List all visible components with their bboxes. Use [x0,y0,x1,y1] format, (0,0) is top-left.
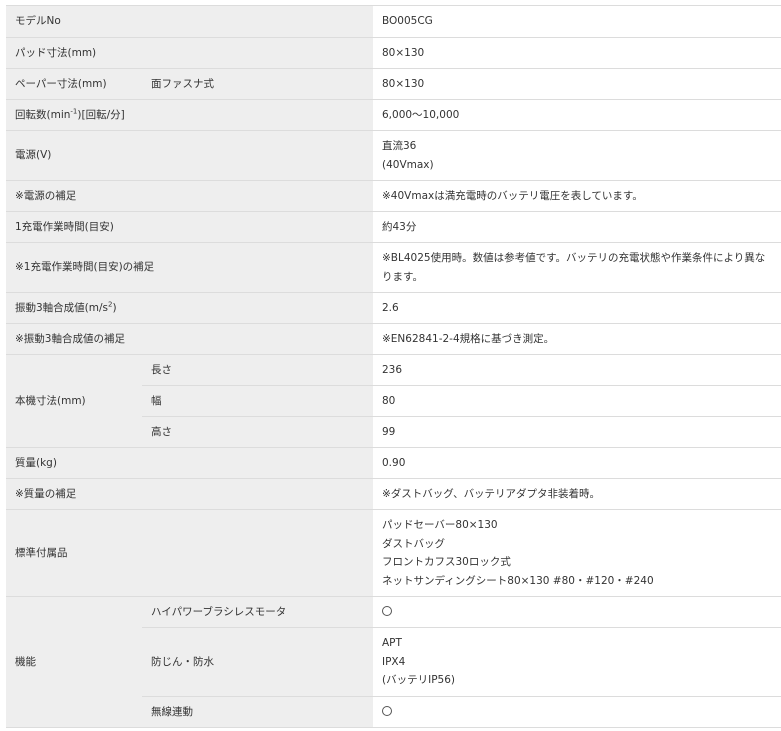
table-row: 標準付属品 パッドセーバー80×130 ダストバッグフロントカフス30ロック式ネッ… [6,509,781,597]
table-row: 電源(V) 直流36 (40Vmax) [6,130,781,181]
row-label-dimensions: 本機寸法(mm) [6,354,142,448]
label-part: )[回転/分] [77,108,125,121]
label-part: ) [112,301,117,314]
value-line: パッドセーバー80×130 [382,519,498,531]
label-part: 回転数(min [15,108,71,121]
row-label-power: 電源(V) [6,130,373,181]
value-line: (バッテリIP56) [382,674,455,687]
circle-mark-icon [382,705,392,716]
row-label-power-note: ※電源の補足 [6,180,373,212]
circle-mark-icon [382,605,392,616]
row-value-accessories: パッドセーバー80×130 ダストバッグフロントカフス30ロック式ネットサンディン… [373,509,781,597]
row-value-vibration: 2.6 [373,292,781,324]
row-value-height: 99 [373,416,781,448]
row-sublabel-width: 幅 [142,385,373,417]
row-label-model: モデルNo [6,5,373,38]
row-label-features: 機能 [6,596,142,728]
table-row: ※質量の補足 ※ダストバッグ、バッテリアダプタ非装着時。 [6,478,781,510]
row-sublabel-height: 高さ [142,416,373,448]
row-value-dustproof: APT IPX4 (バッテリIP56) [373,627,781,697]
row-value-mass-note: ※ダストバッグ、バッテリアダプタ非装着時。 [373,478,781,510]
value-line: ダストバッグ [382,537,445,550]
row-sublabel-paper: 面ファスナ式 [142,68,373,100]
row-value-vibration-note: ※EN62841-2-4規格に基づき測定。 [373,323,781,355]
table-row: ※電源の補足 ※40Vmaxは満充電時のバッテリ電圧を表しています。 [6,180,781,212]
table-row: ※1充電作業時間(目安)の補足 ※BL4025使用時。数値は参考値です。バッテリ… [6,242,781,293]
value-line: IPX4 [382,655,406,668]
row-value-runtime: 約43分 [373,211,781,243]
value-line: フロントカフス30ロック式 [382,556,511,568]
row-label-runtime-note: ※1充電作業時間(目安)の補足 [6,242,373,293]
row-value-model: BO005CG [373,5,781,38]
spec-table: モデルNo BO005CG パッド寸法(mm) 80×130 ペーパー寸法(mm… [6,5,781,728]
row-sublabel-motor: ハイパワーブラシレスモータ [142,596,373,628]
table-row: パッド寸法(mm) 80×130 [6,37,781,69]
row-value-pad: 80×130 [373,37,781,69]
row-label-mass-note: ※質量の補足 [6,478,373,510]
table-row: ペーパー寸法(mm) 面ファスナ式 80×130 [6,68,781,100]
value-line: ります。 [382,270,423,283]
value-line: ネットサンディングシート80×130 #80・#120・#240 [382,574,654,587]
row-value-motor [373,596,781,628]
row-value-runtime-note: ※BL4025使用時。数値は参考値です。バッテリの充電状態や作業条件により異なり… [373,242,781,293]
row-label-mass: 質量(kg) [6,447,373,479]
row-label-rpm: 回転数(min-1)[回転/分] [6,99,373,131]
row-sublabel-wireless: 無線連動 [142,696,373,728]
row-label-accessories: 標準付属品 [6,509,373,597]
table-row: 本機寸法(mm) 長さ 236 [6,354,781,448]
table-row: 機能 ハイパワーブラシレスモータ [6,596,781,728]
row-sublabel-dustproof: 防じん・防水 [142,627,373,697]
table-row: モデルNo BO005CG [6,5,781,38]
row-value-paper: 80×130 [373,68,781,100]
row-label-vibration-note: ※振動3軸合成値の補足 [6,323,373,355]
table-row: ※振動3軸合成値の補足 ※EN62841-2-4規格に基づき測定。 [6,323,781,355]
value-line: 直流36 [382,140,417,152]
table-row: 1充電作業時間(目安) 約43分 [6,211,781,243]
row-label-runtime: 1充電作業時間(目安) [6,211,373,243]
row-label-paper: ペーパー寸法(mm) [6,68,142,100]
value-line: (40Vmax) [382,158,434,171]
table-row: 回転数(min-1)[回転/分] 6,000～10,000 [6,99,781,131]
row-value-wireless [373,696,781,728]
label-part: 振動3軸合成値(m/s [15,301,109,314]
table-row: 質量(kg) 0.90 [6,447,781,479]
value-line: APT [382,637,402,650]
row-value-length: 236 [373,354,781,386]
row-label-pad: パッド寸法(mm) [6,37,373,69]
row-value-power: 直流36 (40Vmax) [373,130,781,181]
row-value-rpm: 6,000～10,000 [373,99,781,131]
row-label-vibration: 振動3軸合成値(m/s2) [6,292,373,324]
row-value-mass: 0.90 [373,447,781,479]
table-row: 振動3軸合成値(m/s2) 2.6 [6,292,781,324]
value-line: ※BL4025使用時。数値は参考値です。バッテリの充電状態や作業条件により異な [382,252,766,264]
row-value-width: 80 [373,385,781,417]
row-sublabel-length: 長さ [142,354,373,386]
row-value-power-note: ※40Vmaxは満充電時のバッテリ電圧を表しています。 [373,180,781,212]
